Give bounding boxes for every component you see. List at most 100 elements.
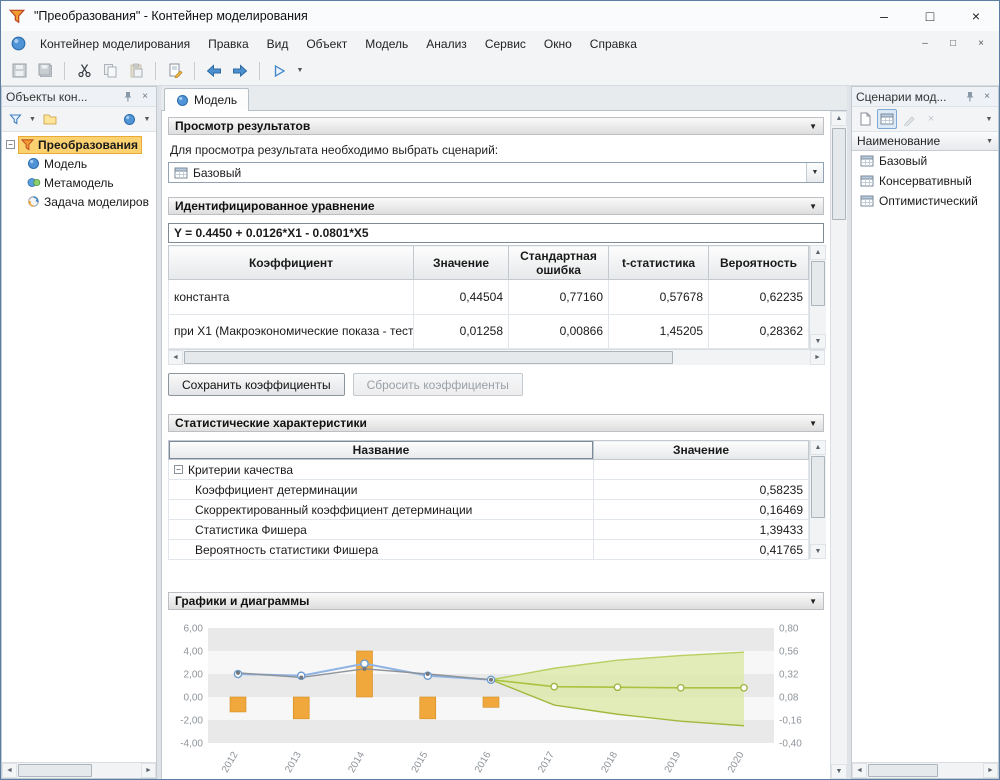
tab-model[interactable]: Модель [164, 88, 249, 111]
coef-table-row[interactable]: при X1 (Макроэкономические показа - тест… [169, 314, 809, 349]
pin-icon[interactable] [120, 90, 134, 104]
save-button[interactable] [7, 59, 31, 83]
scroll-left-button[interactable]: ◄ [2, 763, 17, 778]
new-scenario-button[interactable] [855, 109, 875, 129]
hscroll-thumb[interactable] [18, 764, 92, 777]
scroll-right-button[interactable]: ► [141, 763, 156, 778]
scroll-left-button[interactable]: ◄ [168, 350, 183, 365]
scenario-select[interactable]: Базовый ▼ [168, 162, 824, 183]
scroll-right-button[interactable]: ► [810, 350, 825, 365]
scroll-left-button[interactable]: ◄ [852, 763, 867, 778]
pin-icon[interactable] [962, 90, 976, 104]
group-expander-icon[interactable]: − [174, 465, 183, 474]
folder-view-button[interactable] [40, 109, 60, 129]
menu-item-6[interactable]: Анализ [417, 33, 476, 55]
coef-col-header-2[interactable]: Значение [414, 246, 509, 280]
collapse-arrow-icon[interactable]: ▼ [809, 597, 817, 606]
collapse-arrow-icon[interactable]: ▼ [809, 202, 817, 211]
menu-item-2[interactable]: Правка [199, 33, 258, 55]
coef-col-header-3[interactable]: Стандартная ошибка [509, 246, 609, 280]
menu-item-8[interactable]: Окно [535, 33, 581, 55]
tree-item-transformations[interactable]: − Преобразования [2, 135, 156, 154]
cut-button[interactable] [72, 59, 96, 83]
scroll-up-button[interactable]: ▲ [810, 245, 826, 260]
stats-table-vscrollbar[interactable]: ▲ ▼ [809, 440, 826, 559]
tree-item-3[interactable]: Задача моделиров [2, 192, 156, 211]
collapse-arrow-icon[interactable]: ▼ [809, 419, 817, 428]
vscroll-thumb[interactable] [811, 261, 825, 306]
content-vscrollbar[interactable]: ▲ ▼ [830, 111, 847, 779]
menu-item-4[interactable]: Объект [297, 33, 356, 55]
scenarios-filter-icon[interactable]: ▼ [986, 138, 993, 145]
collapse-arrow-icon[interactable]: ▼ [809, 122, 817, 131]
scenario-dropdown-button[interactable]: ▼ [806, 163, 823, 182]
copy-button[interactable] [98, 59, 122, 83]
menu-item-3[interactable]: Вид [258, 33, 298, 55]
edit-scenario-button[interactable] [899, 109, 919, 129]
menu-item-9[interactable]: Справка [581, 33, 646, 55]
vscroll-thumb[interactable] [811, 456, 825, 518]
run-button[interactable] [267, 59, 291, 83]
tree-item-2[interactable]: Метамодель [2, 173, 156, 192]
back-button[interactable] [202, 59, 226, 83]
checkpoint-button[interactable] [163, 59, 187, 83]
stats-table-row[interactable]: Коэффициент детерминации0,58235 [169, 480, 809, 500]
section-header-equation[interactable]: Идентифицированное уравнение ▼ [168, 197, 824, 215]
scroll-down-button[interactable]: ▼ [810, 334, 826, 349]
close-button[interactable]: × [953, 1, 999, 31]
save-all-button[interactable] [33, 59, 57, 83]
scroll-down-button[interactable]: ▼ [831, 764, 847, 779]
stats-table-row[interactable]: Вероятность статистики Фишера0,41765 [169, 540, 809, 560]
stats-group-row[interactable]: −Критерии качества [169, 460, 809, 480]
object-type-button[interactable] [119, 109, 139, 129]
coef-col-header-1[interactable]: Коэффициент [169, 246, 414, 280]
stats-table-row[interactable]: Скорректированный коэффициент детерминац… [169, 500, 809, 520]
vscroll-thumb[interactable] [832, 128, 846, 220]
filter-button[interactable] [5, 109, 25, 129]
mdi-restore-button[interactable]: □ [939, 34, 967, 54]
tree-expander-icon[interactable]: − [6, 140, 15, 149]
section-header-charts[interactable]: Графики и диаграммы ▼ [168, 592, 824, 610]
app-menu-button[interactable] [5, 33, 31, 55]
reset-coefficients-button[interactable]: Сбросить коэффициенты [353, 373, 523, 396]
minimize-button[interactable]: – [861, 1, 907, 31]
forward-button[interactable] [228, 59, 252, 83]
coefficients-table-vscrollbar[interactable]: ▲ ▼ [809, 245, 826, 349]
scroll-up-button[interactable]: ▲ [810, 440, 826, 455]
scroll-down-button[interactable]: ▼ [810, 544, 826, 559]
scenarios-more-button[interactable]: ▼ [983, 109, 995, 129]
mdi-close-button[interactable]: × [967, 34, 995, 54]
scroll-right-button[interactable]: ► [983, 763, 998, 778]
stats-col-header-2[interactable]: Значение [594, 441, 809, 460]
coef-col-header-5[interactable]: Вероятность [709, 246, 809, 280]
maximize-button[interactable]: □ [907, 1, 953, 31]
section-header-stats[interactable]: Статистические характеристики ▼ [168, 414, 824, 432]
panel-close-icon[interactable]: × [138, 90, 152, 104]
stats-table-row[interactable]: Статистика Фишера1,39433 [169, 520, 809, 540]
hscroll-thumb[interactable] [184, 351, 673, 364]
scenarios-panel-hscrollbar[interactable]: ◄ ► [852, 762, 998, 778]
section-header-results[interactable]: Просмотр результатов ▼ [168, 117, 824, 135]
save-coefficients-button[interactable]: Сохранить коэффициенты [168, 373, 345, 396]
filter-dropdown-button[interactable]: ▼ [27, 109, 38, 129]
delete-scenario-button[interactable]: × [921, 109, 941, 129]
objects-panel-hscrollbar[interactable]: ◄ ► [2, 762, 156, 778]
coefficients-table-hscrollbar[interactable]: ◄ ► [168, 349, 825, 365]
stats-col-header-1[interactable]: Название [169, 441, 594, 460]
run-dropdown-button[interactable]: ▼ [293, 59, 307, 83]
scenario-list-view-button[interactable] [877, 109, 897, 129]
scenario-item-1[interactable]: Базовый [852, 151, 998, 171]
mdi-minimize-button[interactable]: – [911, 34, 939, 54]
scenario-item-3[interactable]: Оптимистический [852, 191, 998, 211]
menu-item-7[interactable]: Сервис [476, 33, 535, 55]
paste-button[interactable] [124, 59, 148, 83]
coef-col-header-4[interactable]: t-статистика [609, 246, 709, 280]
menu-item-1[interactable]: Контейнер моделирования [31, 33, 199, 55]
panel-close-icon[interactable]: × [980, 90, 994, 104]
tree-item-1[interactable]: Модель [2, 154, 156, 173]
scenarios-list-header[interactable]: Наименование ▼ [852, 132, 998, 151]
hscroll-thumb[interactable] [868, 764, 938, 777]
coef-table-row[interactable]: константа0,445040,771600,576780,62235 [169, 280, 809, 315]
scenario-item-2[interactable]: Консервативный [852, 171, 998, 191]
scroll-up-button[interactable]: ▲ [831, 111, 847, 126]
